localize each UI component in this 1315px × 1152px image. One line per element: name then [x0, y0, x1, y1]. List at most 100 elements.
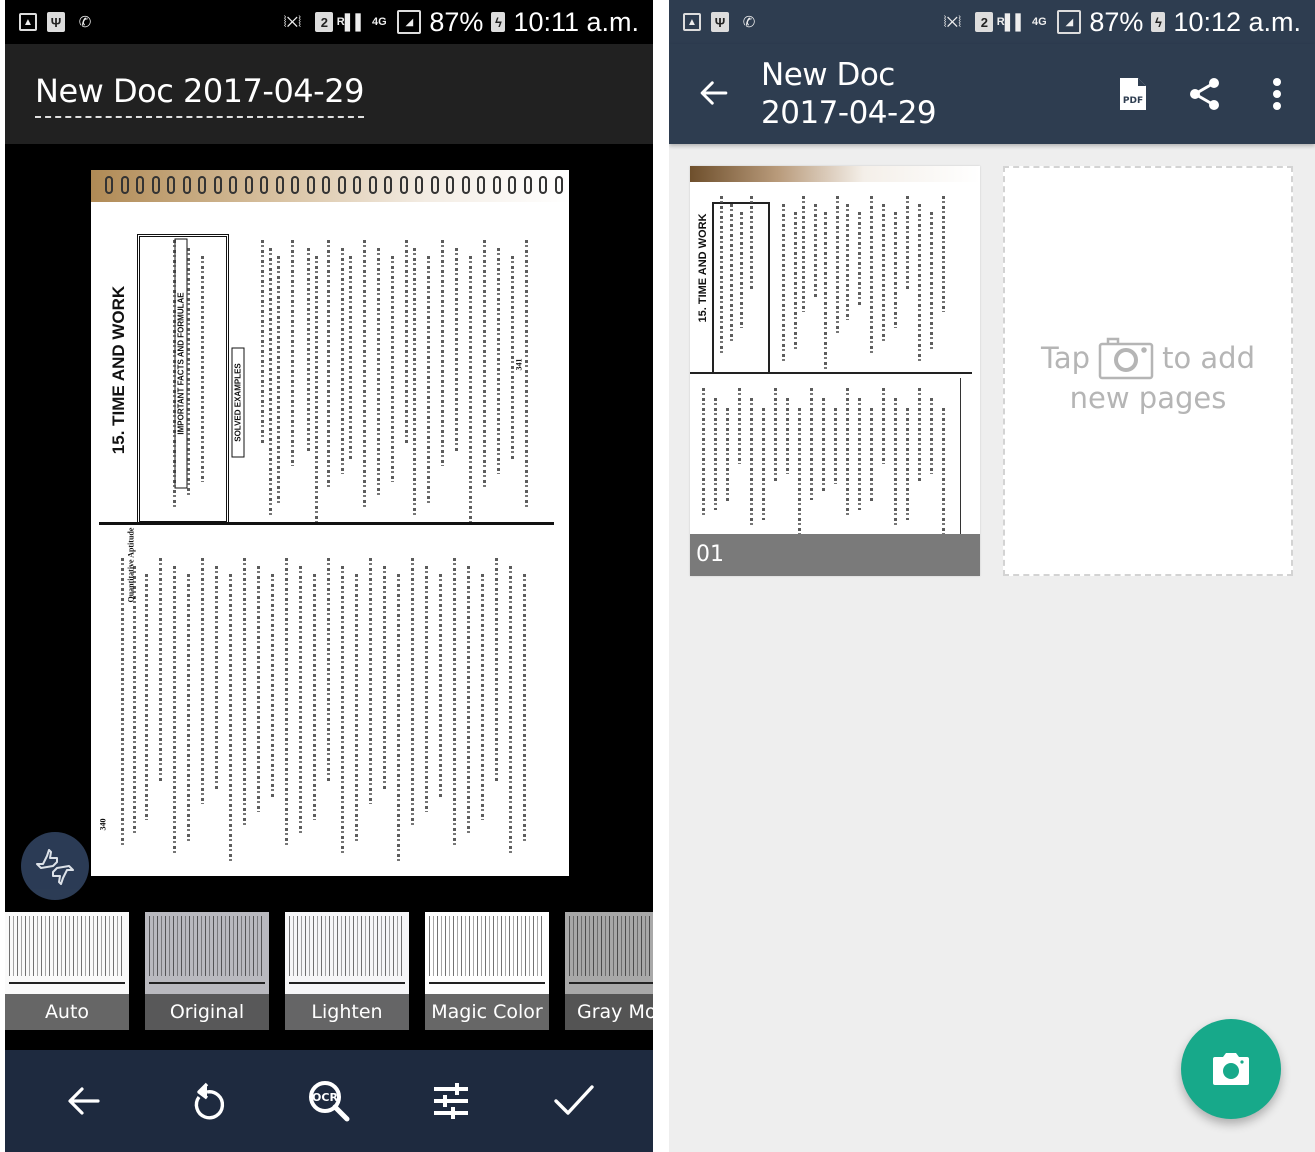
spiral-ring [151, 176, 160, 194]
spiral-ring [322, 176, 330, 194]
text-line [810, 388, 813, 500]
back-button[interactable] [691, 70, 737, 116]
text-line [750, 398, 753, 528]
title-bar: New Doc 2017-04-29 [5, 44, 653, 144]
text-line [495, 558, 498, 782]
text-line [822, 398, 825, 492]
spiral-ring [539, 176, 547, 194]
status-bar: ▲ Ψ ✆ ⦚✕⦚ 2 R ▌▌ 4G ◢ 87% ϟ 10:11 a.m. [5, 0, 653, 44]
text-line [814, 204, 817, 298]
text-line [383, 566, 386, 790]
text-line [455, 248, 458, 452]
spiral-ring [167, 176, 175, 194]
spiral-ring [182, 176, 191, 194]
status-bar: ▲ Ψ ✆ ⦚✕⦚ 2 R ▌▌ 4G ◢ 87% ϟ 10:12 a.m. [669, 0, 1315, 44]
vibrate-icon: ⦚✕⦚ [283, 13, 302, 31]
spiral-ring [244, 176, 253, 194]
spiral-binding [91, 170, 569, 202]
text-line [525, 240, 528, 510]
clock: 10:11 a.m. [513, 6, 639, 37]
pdf-button[interactable]: PDF [1109, 70, 1157, 118]
spiral-ring [384, 176, 392, 194]
text-line [299, 566, 302, 834]
text-line [453, 558, 456, 848]
text-line [427, 256, 430, 504]
add-text-after: to add [1162, 341, 1255, 375]
text-line [782, 204, 785, 364]
add-text-before: Tap [1040, 341, 1091, 375]
text-line [870, 408, 873, 502]
spiral-ring [523, 176, 532, 194]
text-line [942, 196, 945, 312]
text-line [315, 256, 318, 526]
spiral-ring [368, 176, 377, 194]
document-title[interactable]: New Doc 2017-04-29 [761, 56, 937, 132]
back-button[interactable] [56, 1073, 112, 1129]
text-line [377, 248, 380, 496]
text-line [229, 574, 232, 864]
text-line [173, 566, 176, 856]
roaming-signal-icon: R ▌▌ [336, 13, 366, 31]
battery-charging-icon: ϟ [1151, 12, 1166, 32]
text-line [341, 566, 344, 856]
more-vert-icon [1273, 78, 1281, 110]
text-line [425, 566, 428, 812]
page-thumbnail[interactable]: 15. TIME AND WORK 01 [690, 166, 980, 576]
adjust-button[interactable] [423, 1073, 479, 1129]
text-line [846, 204, 849, 320]
text-line [285, 558, 288, 848]
text-line [257, 566, 260, 812]
text-line [894, 398, 897, 528]
rate-button[interactable] [21, 832, 89, 900]
text-line [762, 408, 765, 520]
edit-toolbar: OCR [5, 1050, 653, 1152]
spiral-ring [275, 176, 284, 194]
vibrate-icon: ⦚✕⦚ [943, 13, 962, 31]
chapter-heading: 15. TIME AND WORK [109, 285, 128, 455]
filter-original[interactable]: Original [145, 912, 269, 1030]
title-line-2: 2017-04-29 [761, 95, 937, 131]
spiral-ring [508, 176, 516, 194]
filter-gray-mode[interactable]: Gray Mode [565, 912, 653, 1030]
text-line [469, 256, 472, 526]
arrow-left-icon [68, 1087, 100, 1115]
spiral-ring [430, 176, 439, 194]
text-line [261, 240, 264, 444]
rotate-button[interactable] [179, 1073, 235, 1129]
svg-text:PDF: PDF [1123, 96, 1143, 106]
camera-icon [1098, 337, 1154, 380]
spiral-ring [492, 176, 501, 194]
filter-auto[interactable]: Auto [5, 912, 129, 1030]
camera-fab[interactable] [1181, 1019, 1281, 1119]
share-button[interactable] [1181, 70, 1229, 118]
text-line [738, 388, 741, 464]
sim-2-icon: 2 [975, 12, 994, 32]
text-line [187, 248, 190, 496]
text-line [798, 408, 801, 538]
page-preview[interactable]: 15. TIME AND WORK IMPORTANT FACTS AND FO… [91, 170, 569, 876]
spiral-ring [554, 176, 563, 194]
battery-level: 87% [429, 6, 484, 37]
text-line [369, 558, 372, 804]
usb-icon: Ψ [711, 12, 729, 32]
filter-lighten[interactable]: Lighten [285, 912, 409, 1030]
text-line [277, 256, 280, 504]
text-line [481, 574, 484, 820]
text-line [774, 388, 777, 482]
facts-box: IMPORTANT FACTS AND FORMULAE [137, 234, 229, 524]
text-line [313, 574, 316, 820]
add-page-placeholder[interactable]: Tap to add new pages [1003, 166, 1293, 576]
ocr-button[interactable]: OCR [301, 1073, 357, 1129]
text-line [720, 196, 723, 356]
more-options-button[interactable] [1253, 70, 1301, 118]
text-line [714, 398, 717, 510]
camera-icon [1213, 1053, 1249, 1085]
roaming-signal-icon: R ▌▌ [996, 13, 1026, 31]
text-line [307, 248, 310, 452]
arrow-left-icon [700, 81, 728, 105]
spiral-ring [260, 176, 268, 194]
document-title-input[interactable]: New Doc 2017-04-29 [35, 72, 364, 118]
filter-magic-color[interactable]: Magic Color [425, 912, 549, 1030]
ocr-search-icon: OCR [308, 1081, 350, 1122]
confirm-button[interactable] [546, 1073, 602, 1129]
